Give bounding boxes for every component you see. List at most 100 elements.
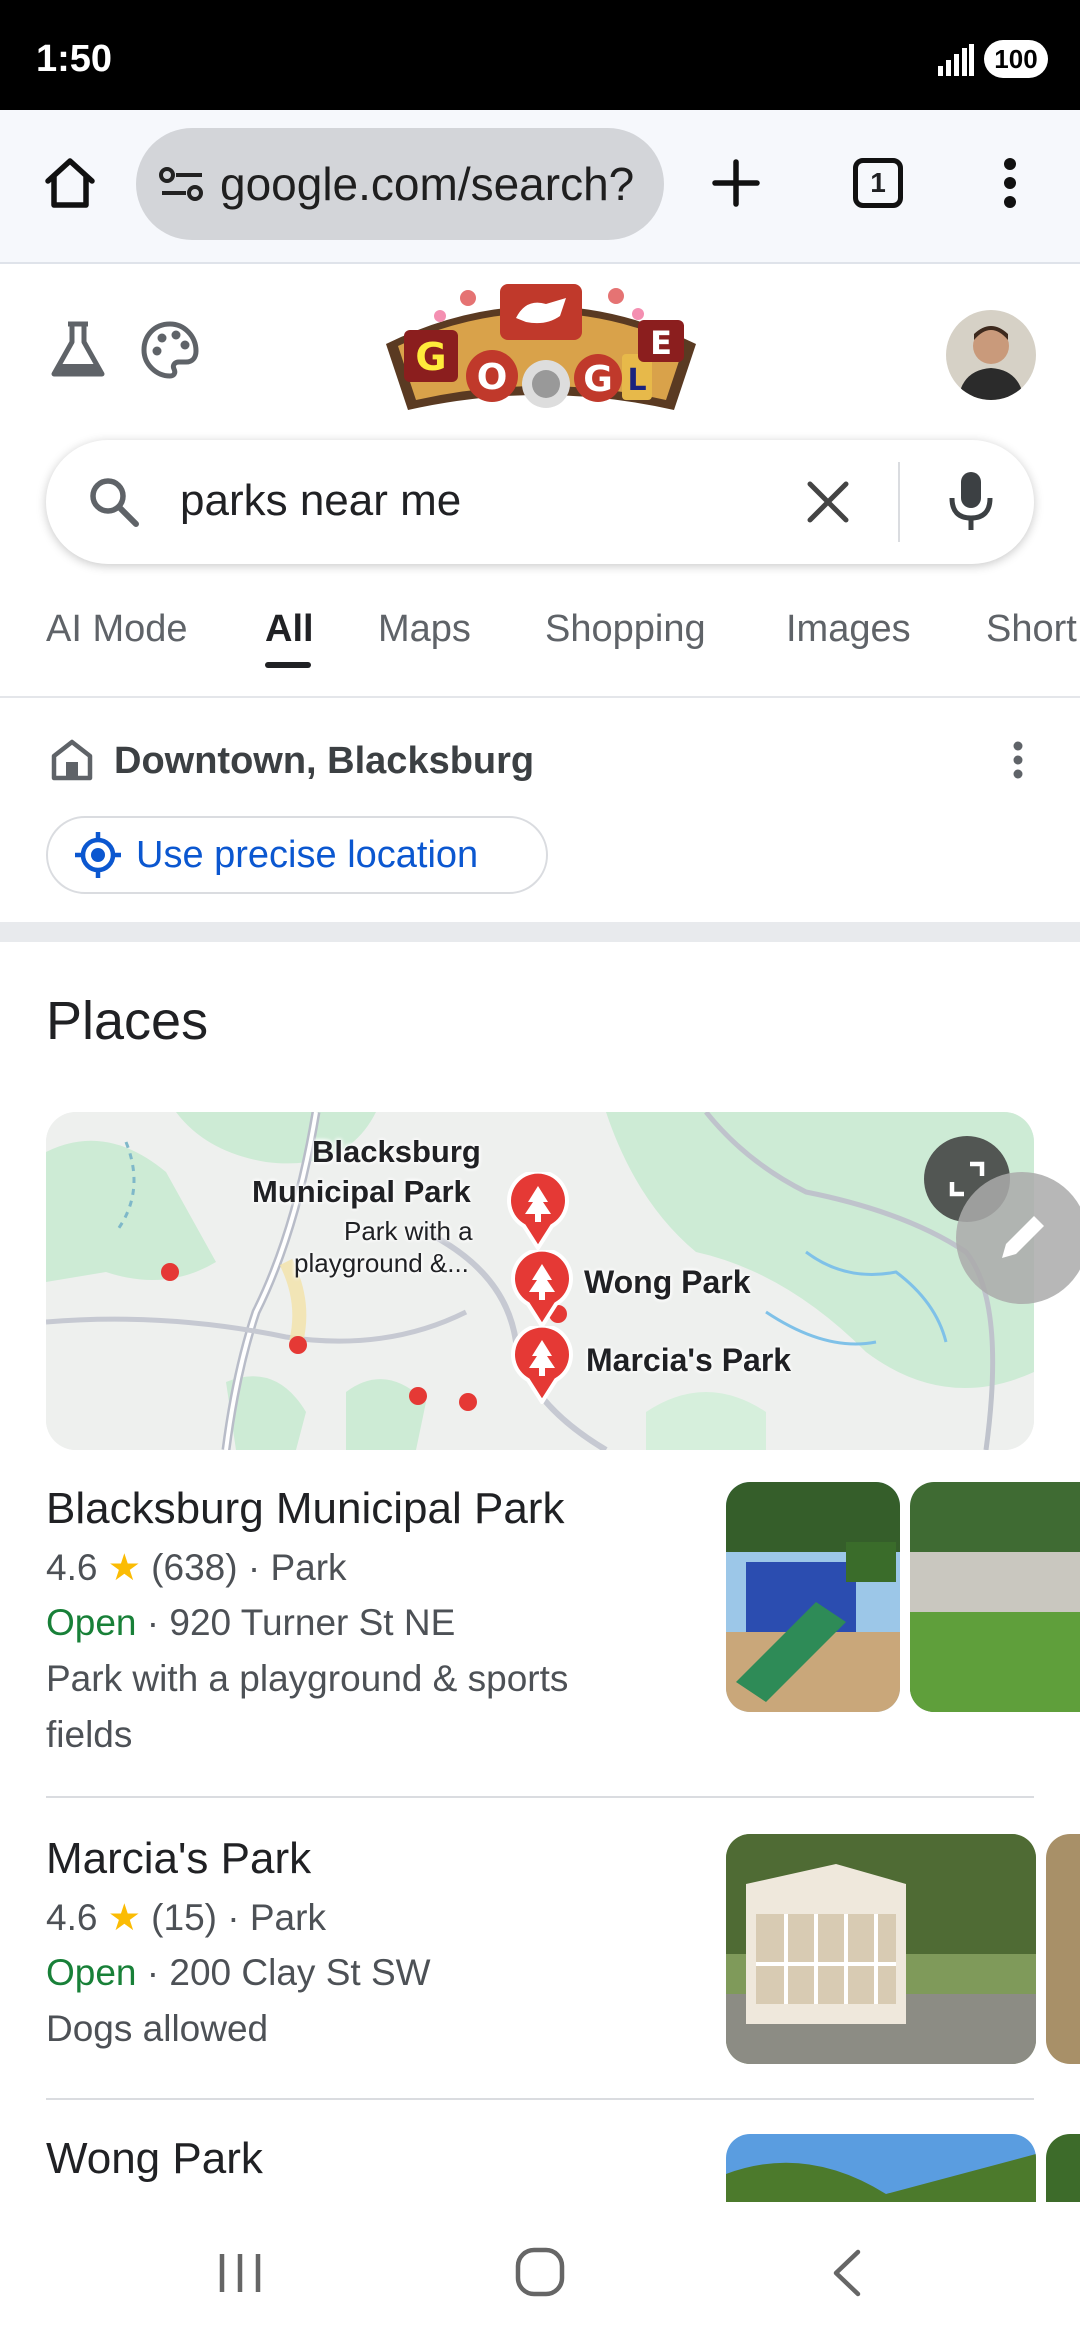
home-icon <box>45 158 95 208</box>
place-address: · 920 Turner St NE <box>146 1602 456 1643</box>
edit-floating-button[interactable] <box>956 1172 1080 1304</box>
place-hours-row: Open · 920 Turner St NE <box>46 1602 455 1644</box>
result-divider <box>46 1796 1034 1798</box>
places-heading: Places <box>46 991 209 1051</box>
place-result-wong-park[interactable]: Wong Park <box>0 2100 1080 2202</box>
skatepark-photo <box>910 1482 1080 1712</box>
tab-shopping[interactable]: Shopping <box>545 608 706 651</box>
place-name[interactable]: Wong Park <box>46 2134 263 2184</box>
place-category: · Park <box>227 1897 326 1938</box>
place-photo[interactable] <box>726 2134 1036 2202</box>
svg-text:G: G <box>583 359 613 400</box>
search-query[interactable]: parks near me <box>180 476 461 526</box>
clear-search-icon[interactable] <box>806 480 850 524</box>
place-rating: 4.6 <box>46 1547 98 1588</box>
home-button[interactable] <box>30 138 110 228</box>
map-label-blacksburg-line2: Municipal Park <box>252 1174 471 1209</box>
tab-ai-mode[interactable]: AI Mode <box>46 608 188 651</box>
place-photo[interactable] <box>726 1482 900 1712</box>
svg-text:L: L <box>627 363 646 398</box>
park-pin-icon[interactable] <box>506 1172 570 1250</box>
park-photo <box>1046 2134 1080 2202</box>
use-precise-location-button[interactable]: Use precise location <box>46 816 548 894</box>
plus-icon <box>712 159 760 207</box>
place-description-line1: Park with a playground & sports <box>46 1658 569 1699</box>
svg-text:O: O <box>477 357 508 398</box>
gazebo-photo <box>726 1834 1036 2064</box>
section-divider <box>0 922 1080 942</box>
building-icon <box>51 739 93 781</box>
place-category: · Park <box>247 1547 347 1588</box>
place-photo[interactable] <box>910 1482 1080 1712</box>
open-status: Open <box>46 1952 137 1993</box>
svg-text:E: E <box>650 324 672 362</box>
site-settings-icon <box>159 167 203 201</box>
search-icon <box>90 478 139 527</box>
park-pin-icon[interactable] <box>510 1326 574 1404</box>
tab-count: 1 <box>853 158 903 208</box>
map-label-wong-park: Wong Park <box>584 1264 751 1300</box>
place-review-count: (15) <box>151 1897 217 1938</box>
place-hours-row: Open · 200 Clay St SW <box>46 1952 431 1994</box>
microphone-icon[interactable] <box>946 470 996 534</box>
playground-photo <box>726 1482 900 1712</box>
place-rating-row: 4.6 ★ (638) · Park <box>46 1546 347 1589</box>
svg-text:G: G <box>415 335 446 379</box>
place-name[interactable]: Blacksburg Municipal Park <box>46 1484 564 1534</box>
active-tab-indicator <box>265 662 311 668</box>
star-icon: ★ <box>107 1547 141 1588</box>
home-nav-icon[interactable] <box>514 2246 566 2298</box>
system-navigation-bar <box>0 2202 1080 2340</box>
tab-shorts[interactable]: Short <box>986 608 1077 651</box>
place-address: · 200 Clay St SW <box>146 1952 431 1993</box>
new-tab-button[interactable] <box>696 138 776 228</box>
search-tabs: AI Mode All Maps Shopping Images Short <box>0 596 1080 698</box>
star-icon: ★ <box>107 1897 141 1938</box>
status-time: 1:50 <box>36 38 113 80</box>
place-photo[interactable] <box>726 1834 1036 2064</box>
tab-switcher-button[interactable]: 1 <box>838 138 918 228</box>
search-box[interactable]: parks near me <box>46 440 1034 564</box>
status-bar: 1:50 100 <box>0 0 1080 110</box>
more-menu-button[interactable] <box>980 138 1040 228</box>
place-description-line2: fields <box>46 1714 133 1755</box>
recent-apps-icon[interactable] <box>210 2250 270 2296</box>
place-photo[interactable] <box>1046 1834 1080 2064</box>
location-more-icon[interactable] <box>1008 740 1028 780</box>
address-bar[interactable]: google.com/search? <box>136 128 664 240</box>
park-photo <box>726 2134 1036 2202</box>
tab-all[interactable]: All <box>265 608 314 651</box>
search-divider <box>898 462 900 542</box>
pencil-icon <box>1002 1216 1044 1258</box>
place-photo[interactable] <box>1046 2134 1080 2202</box>
place-description-line1: Dogs allowed <box>46 2008 269 2049</box>
url-text: google.com/search? <box>220 158 635 210</box>
tab-images[interactable]: Images <box>786 608 911 651</box>
precise-location-label: Use precise location <box>136 833 479 876</box>
back-nav-icon[interactable] <box>826 2248 866 2298</box>
theme-button[interactable] <box>138 318 202 382</box>
labs-button[interactable] <box>46 318 110 382</box>
account-avatar[interactable] <box>946 310 1036 400</box>
google-doodle-logo[interactable]: G O G L E <box>376 276 706 418</box>
profile-photo <box>946 310 1036 400</box>
tab-maps[interactable]: Maps <box>378 608 471 651</box>
signal-icon <box>938 44 974 76</box>
location-label: Downtown, Blacksburg <box>114 740 535 782</box>
map-label-blacksburg-sub2: playground &... <box>294 1248 469 1278</box>
map-label-marcias-park: Marcia's Park <box>586 1342 792 1378</box>
place-review-count: (638) <box>151 1547 238 1588</box>
flask-icon <box>51 321 105 377</box>
more-vert-icon <box>1004 158 1016 208</box>
place-rating-row: 4.6 ★ (15) · Park <box>46 1896 326 1939</box>
park-photo <box>1046 1834 1080 2064</box>
map-label-blacksburg-line1: Blacksburg <box>312 1134 481 1169</box>
palette-icon <box>141 321 199 379</box>
places-map[interactable]: Blacksburg Municipal Park Park with a pl… <box>46 1112 1034 1450</box>
park-pin-icon[interactable] <box>510 1250 574 1328</box>
place-name[interactable]: Marcia's Park <box>46 1834 311 1884</box>
gps-target-icon <box>75 832 121 878</box>
place-rating: 4.6 <box>46 1897 98 1938</box>
open-status: Open <box>46 1602 137 1643</box>
map-label-blacksburg-sub1: Park with a <box>344 1216 473 1246</box>
